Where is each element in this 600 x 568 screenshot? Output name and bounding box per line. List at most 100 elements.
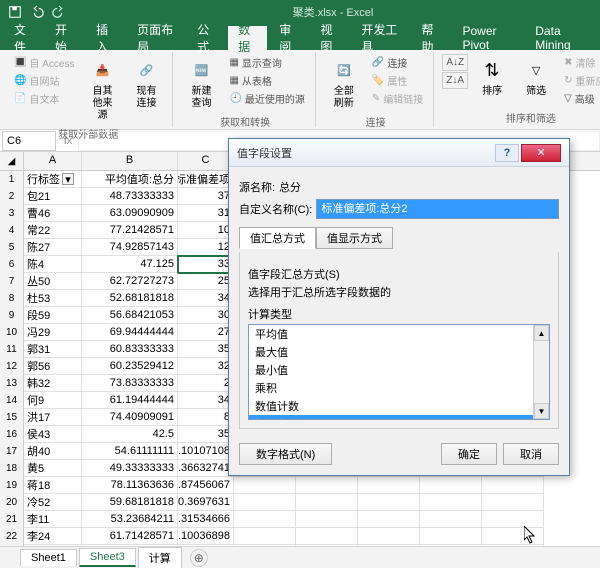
table-row[interactable]: 21李1153.2368421138.31534666 xyxy=(0,511,600,528)
cell[interactable]: 韩32 xyxy=(24,375,82,392)
ok-button[interactable]: 确定 xyxy=(441,443,497,465)
cell[interactable]: 何9 xyxy=(24,392,82,409)
calc-type-option[interactable]: 乘积 xyxy=(249,379,533,397)
help-icon[interactable]: ? xyxy=(495,144,519,162)
ribbon-tab-11[interactable]: Data Mining xyxy=(525,26,596,50)
cell[interactable]: 12 xyxy=(178,239,234,256)
row-header[interactable]: 15 xyxy=(0,409,24,426)
cell[interactable]: 34 xyxy=(178,290,234,307)
cell[interactable]: 56.68421053 xyxy=(82,307,178,324)
from-table[interactable]: ▦从表格 xyxy=(225,72,308,89)
cell[interactable]: 60.23529412 xyxy=(82,358,178,375)
ribbon-tab-4[interactable]: 公式 xyxy=(187,26,226,50)
advanced-filter[interactable]: ▽高级 xyxy=(560,90,600,107)
cell[interactable]: 19.87456067 xyxy=(178,477,234,494)
row-header[interactable]: 5 xyxy=(0,239,24,256)
cell[interactable]: 35 xyxy=(178,341,234,358)
cell[interactable]: 63.09090909 xyxy=(82,205,178,222)
ribbon-tab-2[interactable]: 插入 xyxy=(86,26,125,50)
cell[interactable]: 包21 xyxy=(24,188,82,205)
row-header[interactable]: 20 xyxy=(0,494,24,511)
reapply[interactable]: ↻重新应用 xyxy=(560,72,600,89)
cell[interactable]: 侯43 xyxy=(24,426,82,443)
row-header[interactable]: 23 xyxy=(0,545,24,546)
properties[interactable]: 🏷️属性 xyxy=(368,72,427,89)
cell[interactable]: 52.68181818 xyxy=(82,290,178,307)
cell[interactable]: 59.68181818 xyxy=(82,494,178,511)
cell[interactable]: 黄5 xyxy=(24,460,82,477)
row-header[interactable]: 2 xyxy=(0,188,24,205)
scroll-down-icon[interactable]: ▼ xyxy=(534,403,549,419)
ribbon-tab-10[interactable]: Power Pivot xyxy=(453,26,524,50)
row-header[interactable]: 4 xyxy=(0,222,24,239)
sheet-tab[interactable]: 计算 xyxy=(138,547,182,568)
scroll-up-icon[interactable]: ▲ xyxy=(534,325,549,341)
cell[interactable]: 8 xyxy=(178,409,234,426)
cell[interactable]: 冯29 xyxy=(24,324,82,341)
refresh-all[interactable]: 🔄全部刷新 xyxy=(324,54,364,112)
row-header[interactable]: 12 xyxy=(0,358,24,375)
cell[interactable]: 61.19444444 xyxy=(82,392,178,409)
cell[interactable]: 31 xyxy=(178,205,234,222)
filter[interactable]: ▽筛选 xyxy=(516,54,556,100)
cell[interactable]: 37 xyxy=(178,188,234,205)
existing-connections[interactable]: 🔗现有连接 xyxy=(126,54,166,112)
row-header[interactable]: 22 xyxy=(0,528,24,545)
recent-sources[interactable]: 🕘最近使用的源 xyxy=(225,90,308,107)
cell[interactable]: 78.11363636 xyxy=(82,477,178,494)
calc-type-option[interactable]: 标准偏差 xyxy=(249,415,533,419)
filter-dropdown-icon[interactable]: ▾ xyxy=(62,173,74,185)
cell[interactable]: 47.125 xyxy=(82,256,178,273)
new-query[interactable]: 🆕新建 查询 xyxy=(181,54,221,112)
cell[interactable]: 25 xyxy=(178,273,234,290)
cell[interactable]: 李24 xyxy=(24,528,82,545)
redo-icon[interactable] xyxy=(50,3,68,21)
cell[interactable]: 73.83333333 xyxy=(82,375,178,392)
row-header[interactable]: 3 xyxy=(0,205,24,222)
cell[interactable]: 30.3697631 xyxy=(178,494,234,511)
table-row[interactable]: 20冷5259.6818181830.3697631 xyxy=(0,494,600,511)
column-header[interactable]: C xyxy=(178,152,234,170)
column-header[interactable]: B xyxy=(82,152,178,170)
sort[interactable]: ⇅排序 xyxy=(472,54,512,100)
row-header[interactable]: 8 xyxy=(0,290,24,307)
save-icon[interactable] xyxy=(6,3,24,21)
row-header[interactable]: 16 xyxy=(0,426,24,443)
undo-icon[interactable] xyxy=(28,3,46,21)
cell[interactable]: 30.39873901 xyxy=(178,545,234,546)
cell[interactable]: 曹46 xyxy=(24,205,82,222)
row-header[interactable]: 10 xyxy=(0,324,24,341)
table-row[interactable]: 22李2461.7142857134.10036898 xyxy=(0,528,600,545)
dialog-titlebar[interactable]: 值字段设置 ? ✕ xyxy=(229,139,569,167)
cell[interactable]: 杜53 xyxy=(24,290,82,307)
cell[interactable]: 48.73333333 xyxy=(82,188,178,205)
cell[interactable]: 常22 xyxy=(24,222,82,239)
fx-icon[interactable]: fx xyxy=(58,135,78,147)
row-header[interactable]: 17 xyxy=(0,443,24,460)
cell[interactable]: 2 xyxy=(178,375,234,392)
pivot-header[interactable]: 行标签▾ xyxy=(24,171,82,188)
row-header[interactable]: 21 xyxy=(0,511,24,528)
cell[interactable]: 37.36632741 xyxy=(178,460,234,477)
cell[interactable]: 胡40 xyxy=(24,443,82,460)
ribbon-tab-6[interactable]: 审阅 xyxy=(269,26,308,50)
number-format-button[interactable]: 数字格式(N) xyxy=(239,443,332,465)
row-header[interactable]: 13 xyxy=(0,375,24,392)
ribbon-tab-1[interactable]: 开始 xyxy=(45,26,84,50)
cell[interactable]: 郭31 xyxy=(24,341,82,358)
cell[interactable]: 段59 xyxy=(24,307,82,324)
sheet-tab[interactable]: Sheet3 xyxy=(79,548,136,567)
cell[interactable]: 74.92857143 xyxy=(82,239,178,256)
cell[interactable]: 李11 xyxy=(24,511,82,528)
cell[interactable]: 38.31534666 xyxy=(178,511,234,528)
tab-show-as[interactable]: 值显示方式 xyxy=(316,227,393,249)
clear-filter[interactable]: ✖清除 xyxy=(560,54,600,71)
sort-desc[interactable]: Z↓A xyxy=(442,72,468,89)
column-header[interactable]: A xyxy=(24,152,82,170)
cell[interactable]: 34.10036898 xyxy=(178,528,234,545)
row-header[interactable]: 14 xyxy=(0,392,24,409)
cell[interactable]: 54.61111111 xyxy=(82,443,178,460)
row-header[interactable]: 19 xyxy=(0,477,24,494)
cell[interactable]: 42.5 xyxy=(82,426,178,443)
edit-links[interactable]: ✎编辑链接 xyxy=(368,90,427,107)
